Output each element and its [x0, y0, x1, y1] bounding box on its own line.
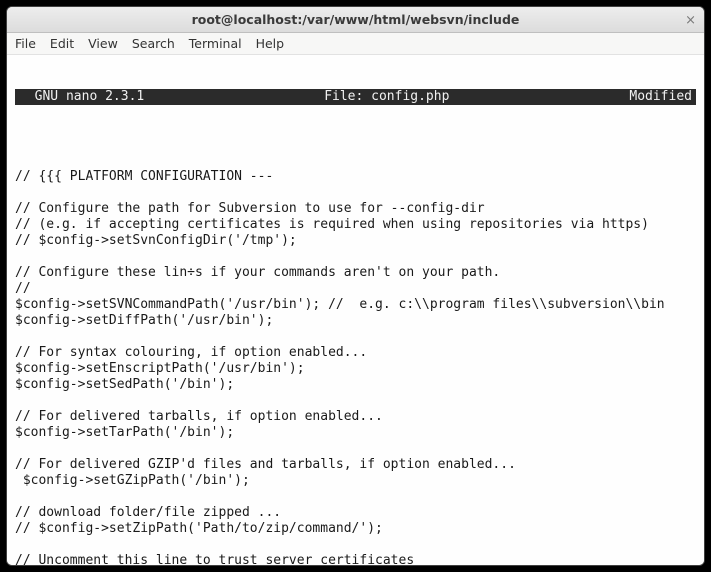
- menu-help[interactable]: Help: [256, 36, 285, 51]
- menu-search[interactable]: Search: [132, 36, 175, 51]
- nano-statusbar: GNU nano 2.3.1 File: config.php Modified: [15, 89, 696, 105]
- menu-file[interactable]: File: [15, 36, 36, 51]
- terminal-body[interactable]: GNU nano 2.3.1 File: config.php Modified…: [7, 55, 704, 565]
- nano-modified: Modified: [629, 89, 696, 105]
- terminal-window: root@localhost:/var/www/html/websvn/incl…: [6, 6, 705, 566]
- titlebar: root@localhost:/var/www/html/websvn/incl…: [7, 7, 704, 33]
- menu-edit[interactable]: Edit: [50, 36, 74, 51]
- close-icon[interactable]: ×: [685, 13, 696, 28]
- menubar: File Edit View Search Terminal Help: [7, 33, 704, 55]
- nano-version: GNU nano 2.3.1: [15, 89, 144, 105]
- menu-terminal[interactable]: Terminal: [189, 36, 242, 51]
- editor-content[interactable]: // {{{ PLATFORM CONFIGURATION --- // Con…: [15, 153, 696, 565]
- nano-file-label: File: config.php: [144, 89, 629, 105]
- window-title: root@localhost:/var/www/html/websvn/incl…: [192, 12, 520, 27]
- menu-view[interactable]: View: [88, 36, 118, 51]
